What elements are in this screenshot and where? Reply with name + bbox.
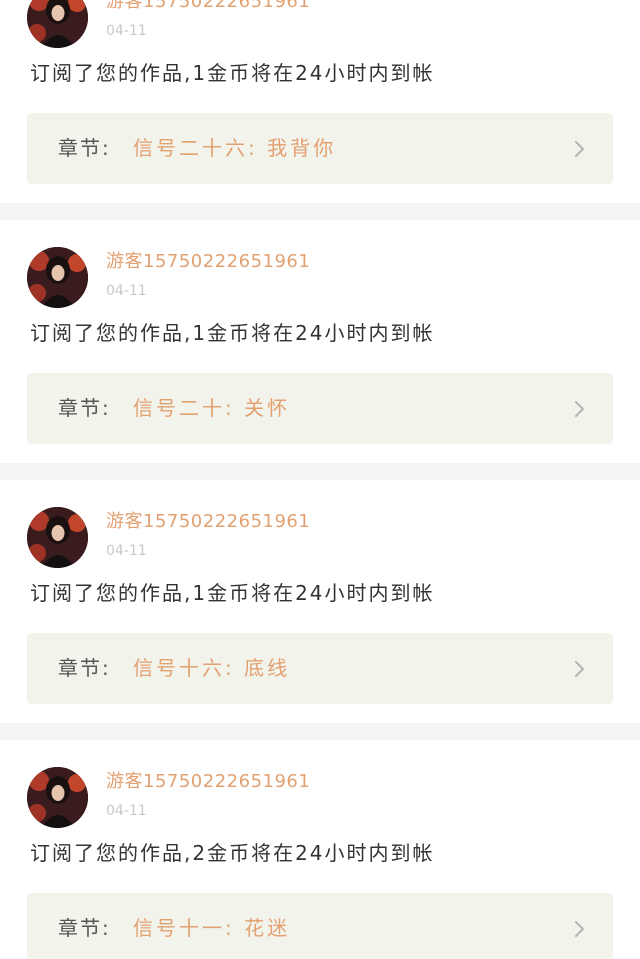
post-date: 04-11 bbox=[106, 543, 147, 559]
chevron-right-icon bbox=[575, 141, 584, 157]
chapter-title: 信号二十: 关怀 bbox=[133, 396, 291, 420]
username[interactable]: 游客15750222651961 bbox=[106, 251, 310, 273]
notification-message: 订阅了您的作品,1金币将在24小时内到帐 bbox=[30, 321, 435, 345]
chevron-right-icon bbox=[575, 661, 584, 677]
chapter-title: 信号十一: 花迷 bbox=[133, 916, 291, 940]
username[interactable]: 游客15750222651961 bbox=[106, 511, 310, 533]
post-date: 04-11 bbox=[106, 283, 147, 299]
notification-card: 游客15750222651961 04-11 订阅了您的作品,1金币将在24小时… bbox=[0, 0, 640, 203]
chapter-label: 章节: bbox=[58, 916, 111, 940]
chevron-right-icon bbox=[575, 921, 584, 937]
chapter-label: 章节: bbox=[58, 656, 111, 680]
user-avatar-icon[interactable] bbox=[27, 247, 88, 308]
chapter-label: 章节: bbox=[58, 396, 111, 420]
chapter-link[interactable]: 章节: 信号十一: 花迷 bbox=[27, 893, 613, 959]
user-avatar-icon[interactable] bbox=[27, 767, 88, 828]
notification-message: 订阅了您的作品,1金币将在24小时内到帐 bbox=[30, 61, 435, 85]
chapter-label: 章节: bbox=[58, 136, 111, 160]
post-date: 04-11 bbox=[106, 23, 147, 39]
notification-message: 订阅了您的作品,2金币将在24小时内到帐 bbox=[30, 841, 435, 865]
user-avatar-icon[interactable] bbox=[27, 507, 88, 568]
username[interactable]: 游客15750222651961 bbox=[106, 0, 310, 13]
chapter-link[interactable]: 章节: 信号二十: 关怀 bbox=[27, 373, 613, 444]
chapter-link[interactable]: 章节: 信号二十六: 我背你 bbox=[27, 113, 613, 184]
notification-message: 订阅了您的作品,1金币将在24小时内到帐 bbox=[30, 581, 435, 605]
chapter-title: 信号二十六: 我背你 bbox=[133, 136, 337, 160]
chapter-link[interactable]: 章节: 信号十六: 底线 bbox=[27, 633, 613, 704]
notification-card: 游客15750222651961 04-11 订阅了您的作品,1金币将在24小时… bbox=[0, 220, 640, 463]
notification-card: 游客15750222651961 04-11 订阅了您的作品,1金币将在24小时… bbox=[0, 480, 640, 723]
chapter-title: 信号十六: 底线 bbox=[133, 656, 291, 680]
notification-card: 游客15750222651961 04-11 订阅了您的作品,2金币将在24小时… bbox=[0, 740, 640, 959]
user-avatar-icon[interactable] bbox=[27, 0, 88, 48]
username[interactable]: 游客15750222651961 bbox=[106, 771, 310, 793]
chevron-right-icon bbox=[575, 401, 584, 417]
notification-feed: 游客15750222651961 04-11 订阅了您的作品,1金币将在24小时… bbox=[0, 0, 640, 959]
post-date: 04-11 bbox=[106, 803, 147, 819]
